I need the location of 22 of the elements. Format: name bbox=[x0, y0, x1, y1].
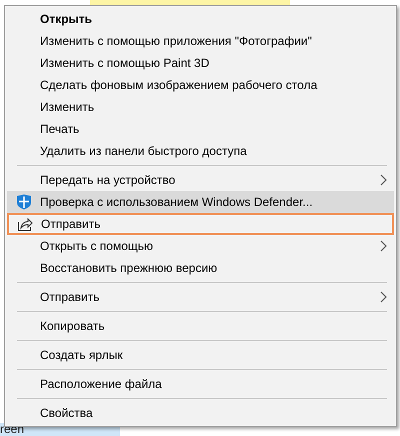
share-icon bbox=[17, 216, 33, 232]
menu-item[interactable]: Открыть bbox=[7, 8, 394, 30]
menu-item[interactable]: Изменить bbox=[7, 96, 394, 118]
chevron-right-icon bbox=[380, 174, 387, 186]
menu-item[interactable]: Копировать bbox=[7, 315, 394, 337]
menu-item[interactable]: Изменить с помощью приложения "Фотографии" bbox=[7, 30, 394, 52]
chevron-right-icon bbox=[380, 240, 387, 252]
menu-item[interactable]: Передать на устройство bbox=[7, 169, 394, 191]
menu-item[interactable]: Создать ярлык bbox=[7, 344, 394, 366]
menu-item[interactable]: Сделать фоновым изображением рабочего стола bbox=[7, 74, 394, 96]
shield-icon bbox=[16, 194, 32, 210]
menu-item[interactable]: Открыть с помощью bbox=[7, 235, 394, 257]
menu-item[interactable]: Расположение файла bbox=[7, 373, 394, 395]
menu-item[interactable]: Удалить из панели быстрого доступа bbox=[7, 140, 394, 162]
menu-item[interactable]: Отправить bbox=[7, 286, 394, 308]
menu-item[interactable]: Печать bbox=[7, 118, 394, 140]
menu-item[interactable]: Изменить с помощью Paint 3D bbox=[7, 52, 394, 74]
chevron-right-icon bbox=[380, 291, 387, 303]
menu-item[interactable]: Отправить bbox=[7, 213, 394, 235]
menu-item[interactable]: Восстановить прежнюю версию bbox=[7, 257, 394, 279]
menu-item[interactable]: Проверка с использованием Windows Defender... bbox=[7, 191, 394, 213]
menu-item[interactable]: Свойства bbox=[7, 402, 394, 424]
